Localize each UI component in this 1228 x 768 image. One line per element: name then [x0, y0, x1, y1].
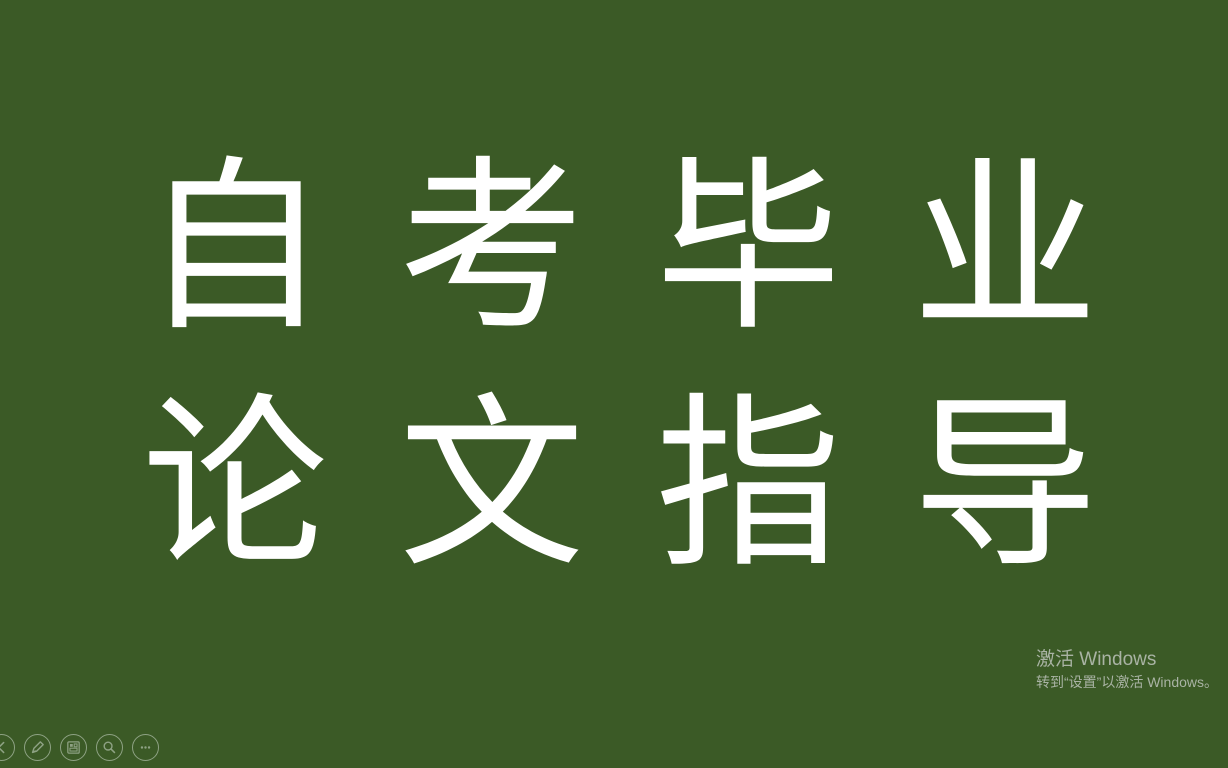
title-char: 自	[141, 139, 328, 356]
slides-grid-icon[interactable]	[60, 734, 87, 761]
title-char: 导	[911, 376, 1098, 593]
title-char: 考	[398, 139, 585, 356]
title-char: 指	[655, 376, 842, 593]
watermark-title: 激活 Windows	[1036, 649, 1157, 670]
pen-icon[interactable]	[24, 734, 51, 761]
previous-icon[interactable]	[0, 734, 15, 761]
title-char: 论	[141, 376, 328, 593]
windows-activation-watermark: 激活 Windows 转到“设置”以激活 Windows。	[1036, 648, 1218, 692]
title-line-1: 自 考 毕 业	[140, 148, 1100, 348]
zoom-icon[interactable]	[96, 734, 123, 761]
title-char: 业	[911, 139, 1098, 356]
title-char: 文	[398, 376, 585, 593]
title-line-2: 论 文 指 导	[140, 385, 1100, 585]
slideshow-toolbar	[0, 734, 159, 761]
watermark-subtitle: 转到“设置”以激活 Windows。	[1036, 674, 1219, 690]
more-icon[interactable]	[132, 734, 159, 761]
title-char: 毕	[655, 139, 842, 356]
